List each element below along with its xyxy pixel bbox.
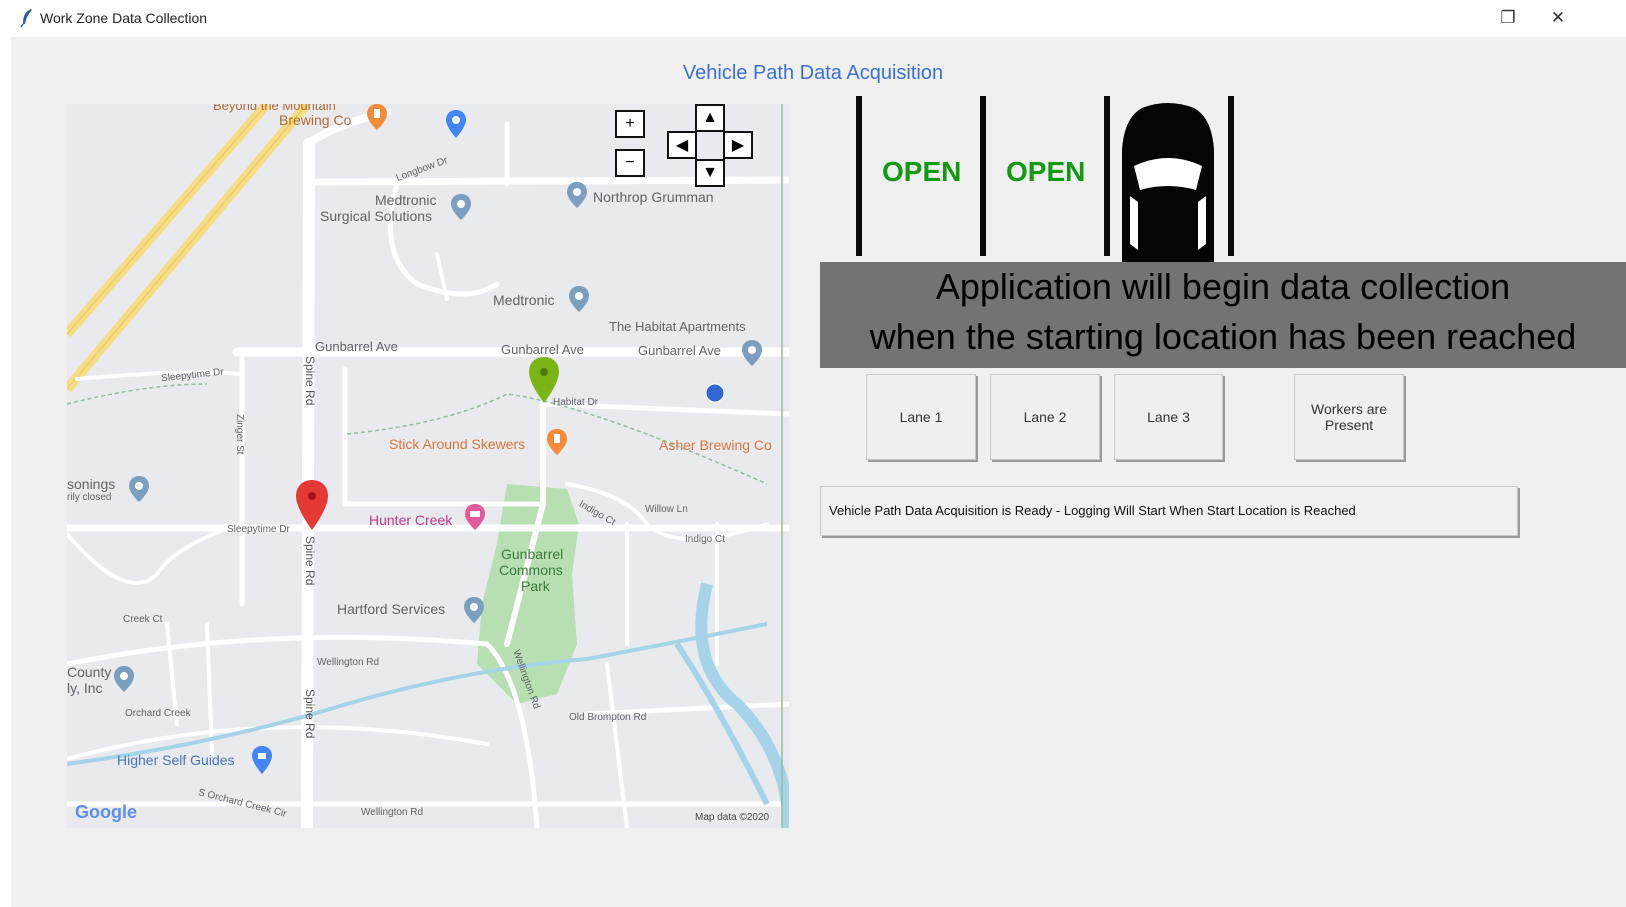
maximize-button[interactable]: ❐ [1488, 6, 1528, 30]
map-label-masonings: sonings [67, 476, 116, 492]
lane-3-button[interactable]: Lane 3 [1114, 374, 1223, 460]
restaurant-pin-icon [547, 429, 567, 455]
lane-divider [856, 96, 862, 256]
pan-down-button[interactable]: ▼ [695, 159, 725, 187]
status-bar: Vehicle Path Data Acquisition is Ready -… [820, 486, 1518, 536]
map-label-brewing: Brewing Co [279, 112, 352, 128]
zoom-in-button[interactable]: + [615, 110, 645, 138]
banner-line-2: when the starting location has been reac… [869, 316, 1577, 357]
zoom-out-button[interactable]: − [615, 149, 645, 177]
map-label-stick-around: Stick Around Skewers [389, 436, 526, 452]
place-pin-icon [567, 182, 587, 208]
feather-icon [20, 9, 32, 28]
workers-present-label-1: Workers are [1311, 401, 1387, 417]
map-label-hartford: Hartford Services [337, 601, 446, 617]
map-label-medtronic: Medtronic [493, 292, 555, 308]
banner-line-1: Application will begin data collection [935, 266, 1511, 307]
hotel-pin-icon [465, 504, 485, 530]
map-label-masonings-sub: rily closed [67, 492, 112, 503]
map-label-asher: Asher Brewing Co [659, 437, 772, 453]
map-attribution: Map data ©2020 [695, 812, 770, 823]
lane-1-status: OPEN [882, 156, 962, 187]
lane-1-button[interactable]: Lane 1 [866, 374, 976, 460]
shop-pin-icon [252, 746, 272, 774]
info-banner: Application will begin data collection w… [820, 262, 1626, 368]
map-label-hunter-creek: Hunter Creek [369, 512, 453, 528]
map-label-willow: Willow Ln [645, 504, 688, 515]
lane-divider [1228, 96, 1234, 256]
map-label-medtronic-surgical-2: Surgical Solutions [320, 208, 433, 224]
workers-present-label-2: Present [1324, 417, 1374, 433]
map-label-orchard-creek: Orchard Creek [125, 708, 191, 719]
map-label-gunbarrel-1: Gunbarrel Ave [315, 339, 398, 354]
map-label-higher-self: Higher Self Guides [117, 752, 235, 768]
map-label-indigo-2: Indigo Ct [685, 534, 726, 545]
map-view[interactable]: Beyond the Mountain Brewing Co Longbow D… [67, 104, 789, 828]
map-label-county-2: ly, Inc [67, 680, 103, 696]
lane-2-button[interactable]: Lane 2 [990, 374, 1100, 460]
map-label-spine-2: Spine Rd [303, 536, 317, 586]
map-label-gunbarrel-park-3: Park [521, 578, 550, 594]
window-title: Work Zone Data Collection [40, 10, 208, 26]
google-logo: Google [75, 802, 137, 822]
shop-pin-icon [446, 110, 466, 138]
map-label-wellington-1: Wellington Rd [317, 657, 380, 668]
map-label-habitat-apts: The Habitat Apartments [609, 319, 746, 334]
place-pin-icon [451, 194, 471, 220]
title-bar: Work Zone Data Collection ❐ ✕ [0, 0, 1626, 36]
lane-divider [980, 96, 986, 256]
place-pin-icon [129, 476, 149, 502]
close-button[interactable]: ✕ [1538, 6, 1578, 30]
page-heading: Vehicle Path Data Acquisition [682, 62, 944, 84]
map-label-county-1: County [67, 664, 112, 680]
map-label-gunbarrel-park-2: Commons [499, 562, 563, 578]
pan-left-button[interactable]: ◀ [667, 131, 697, 159]
pan-up-button[interactable]: ▲ [695, 104, 725, 132]
place-pin-icon [464, 597, 484, 623]
map-label-medtronic-surgical-1: Medtronic [375, 192, 437, 208]
map-label-gunbarrel-3: Gunbarrel Ave [638, 343, 721, 358]
restaurant-pin-icon [367, 104, 387, 130]
map-label-spine-1: Spine Rd [303, 356, 317, 406]
map-label-northrop: Northrop Grumman [593, 189, 714, 205]
map-label-creek-ct: Creek Ct [123, 614, 163, 625]
car-icon [1122, 103, 1214, 262]
end-marker-icon [296, 480, 328, 530]
map-label-zinger: Zinger St [234, 414, 245, 455]
workers-present-button[interactable]: Workers are Present [1294, 374, 1404, 460]
map-label-gunbarrel-park-1: Gunbarrel [501, 546, 564, 562]
lane-divider [1104, 96, 1110, 256]
lane-2-status: OPEN [1006, 156, 1086, 187]
map-label-spine-3: Spine Rd [303, 689, 317, 739]
map-label-habitat-dr: Habitat Dr [553, 397, 599, 408]
place-pin-icon [742, 340, 762, 366]
place-pin-icon [114, 666, 134, 692]
map-label-gunbarrel-2: Gunbarrel Ave [501, 342, 584, 357]
map-label-wellington-3: Wellington Rd [361, 807, 424, 818]
pan-right-button[interactable]: ▶ [723, 131, 753, 159]
map-label-sleepytime-2: Sleepytime Dr [227, 524, 290, 535]
map-label-old-brompton: Old Brompton Rd [569, 712, 647, 723]
place-pin-icon [569, 286, 589, 312]
